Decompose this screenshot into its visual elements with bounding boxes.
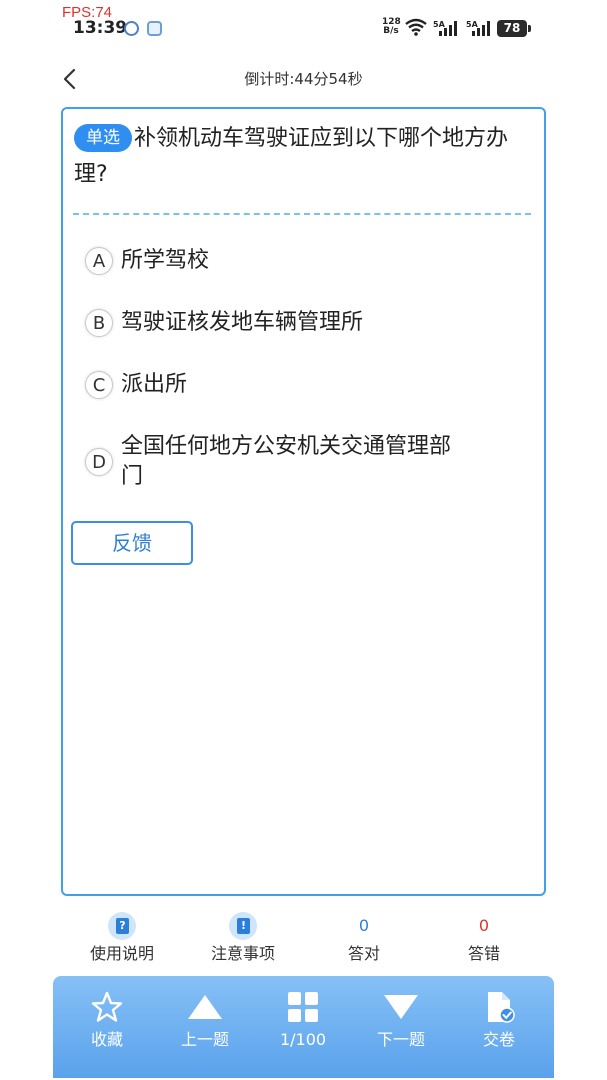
status-bar: FPS:74 13:39 128 B/s 5A 5A 78 — [0, 0, 607, 50]
status-time: 13:39 — [73, 18, 128, 38]
progress-label: 1/100 — [279, 1030, 327, 1049]
bottom-nav-bar: 收藏 上一题 1/100 下一题 交卷 — [53, 976, 554, 1078]
question-text: 补领机动车驾驶证应到以下哪个地方办理? — [74, 126, 509, 187]
wrong-count: 0 — [478, 916, 490, 935]
submit-exam-button[interactable]: 交卷 — [454, 990, 544, 1052]
grid-icon — [288, 992, 318, 1022]
instructions-label: 使用说明 — [89, 944, 154, 963]
question-type-tag: 单选 — [74, 124, 132, 152]
instructions-button[interactable]: ? 使用说明 — [62, 912, 182, 968]
notes-button[interactable]: ! 注意事项 — [183, 912, 303, 968]
correct-label: 答对 — [347, 944, 380, 963]
correct-count: 0 — [358, 916, 370, 935]
signal-2-label: 5A — [466, 20, 479, 29]
warning-doc-icon: ! — [229, 912, 257, 940]
cell-signal-icon: 5A — [466, 19, 494, 41]
network-speed-unit: B/s — [383, 26, 399, 36]
question-index-button[interactable]: 1/100 — [258, 990, 348, 1052]
option-text: 驾驶证核发地车辆管理所 — [121, 310, 364, 335]
dashed-divider — [73, 213, 531, 215]
option-b[interactable]: B 驾驶证核发地车辆管理所 — [85, 308, 505, 338]
star-icon — [91, 991, 123, 1022]
previous-label: 上一题 — [180, 1030, 229, 1049]
question-text-block: 单选 补领机动车驾驶证应到以下哪个地方办理? — [74, 121, 536, 193]
option-letter: B — [85, 309, 113, 337]
wifi-icon — [405, 18, 427, 36]
notes-label: 注意事项 — [210, 944, 275, 963]
option-a[interactable]: A 所学驾校 — [85, 246, 505, 276]
option-letter: C — [85, 371, 113, 399]
submit-doc-icon — [488, 992, 515, 1023]
battery-icon: 78 — [497, 20, 531, 37]
option-letter: D — [85, 448, 113, 476]
submit-label: 交卷 — [482, 1030, 515, 1049]
question-card: 单选 补领机动车驾驶证应到以下哪个地方办理? A 所学驾校 B 驾驶证核发地车辆管… — [61, 107, 546, 896]
favorite-button[interactable]: 收藏 — [62, 990, 152, 1052]
favorite-label: 收藏 — [90, 1030, 123, 1049]
triangle-up-icon — [188, 995, 222, 1019]
next-label: 下一题 — [376, 1030, 425, 1049]
cell-signal-icon: 5A — [433, 19, 461, 41]
countdown-timer: 倒计时:44分54秒 — [244, 70, 363, 88]
signal-1-label: 5A — [433, 20, 446, 29]
option-text: 派出所 — [121, 372, 188, 397]
option-letter: A — [85, 247, 113, 275]
wrong-counter: 0 答错 — [424, 912, 544, 968]
browser-notification-icon — [147, 21, 162, 36]
network-speed: 128 B/s — [382, 18, 401, 36]
triangle-down-icon — [384, 995, 418, 1019]
correct-counter: 0 答对 — [304, 912, 424, 968]
option-c[interactable]: C 派出所 — [85, 370, 505, 400]
wrong-label: 答错 — [467, 944, 500, 963]
option-text: 全国任何地方公安机关交通管理部门 — [121, 434, 452, 489]
option-text: 所学驾校 — [121, 248, 210, 273]
feedback-button[interactable]: 反馈 — [71, 521, 193, 565]
previous-question-button[interactable]: 上一题 — [160, 990, 250, 1052]
option-d[interactable]: D 全国任何地方公安机关交通管理部门 — [85, 432, 455, 492]
help-doc-icon: ? — [108, 912, 136, 940]
next-question-button[interactable]: 下一题 — [356, 990, 446, 1052]
app-notification-icon — [124, 21, 139, 36]
